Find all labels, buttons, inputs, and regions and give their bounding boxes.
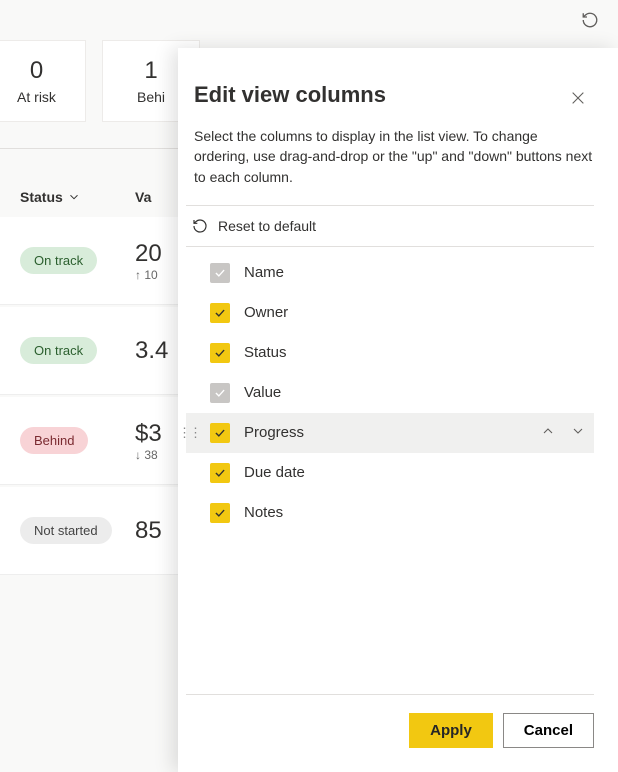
status-badge: Not started [20,517,112,544]
column-label: Name [244,264,284,281]
status-badge: Behind [20,427,88,454]
stat-number: 0 [0,57,79,85]
edit-columns-panel: Edit view columns Select the columns to … [178,48,618,772]
move-down-icon[interactable] [570,423,586,442]
column-label: Notes [244,504,283,521]
status-badge: On track [20,247,97,274]
stat-label: At risk [0,89,79,105]
column-item[interactable]: ⋮⋮ Name [186,253,594,293]
checkbox [210,383,230,403]
column-label: Value [244,384,281,401]
checkbox[interactable] [210,303,230,323]
reset-label: Reset to default [218,218,316,234]
column-label: Status [244,344,287,361]
refresh-icon[interactable] [574,4,606,36]
column-label: Due date [244,464,305,481]
column-item[interactable]: ⋮⋮ Owner [186,293,594,333]
column-item[interactable]: ⋮⋮ Status [186,333,594,373]
drag-handle-icon[interactable]: ⋮⋮ [178,425,194,441]
reset-to-default[interactable]: Reset to default [186,205,594,247]
checkbox[interactable] [210,343,230,363]
cancel-button[interactable]: Cancel [503,713,594,748]
column-header-status[interactable]: Status [20,189,135,205]
column-label: Progress [244,424,304,441]
checkbox[interactable] [210,423,230,443]
panel-footer: Apply Cancel [186,694,594,772]
panel-description: Select the columns to display in the lis… [186,122,594,205]
column-list: ⋮⋮ Name ⋮⋮ Owner ⋮⋮ Status ⋮⋮ Value ⋮⋮ P… [186,247,594,539]
status-badge: On track [20,337,97,364]
checkbox [210,263,230,283]
apply-button[interactable]: Apply [409,713,493,748]
column-label: Owner [244,304,288,321]
column-item[interactable]: ⋮⋮ Value [186,373,594,413]
checkbox[interactable] [210,503,230,523]
checkbox[interactable] [210,463,230,483]
stat-card[interactable]: 0 At risk [0,40,86,122]
topbar [0,0,618,40]
close-icon[interactable] [562,82,594,114]
column-item[interactable]: ⋮⋮ Notes [186,493,594,533]
column-item[interactable]: ⋮⋮ Due date [186,453,594,493]
panel-title: Edit view columns [194,82,386,108]
column-item[interactable]: ⋮⋮ Progress [186,413,594,453]
move-up-icon[interactable] [540,423,556,442]
